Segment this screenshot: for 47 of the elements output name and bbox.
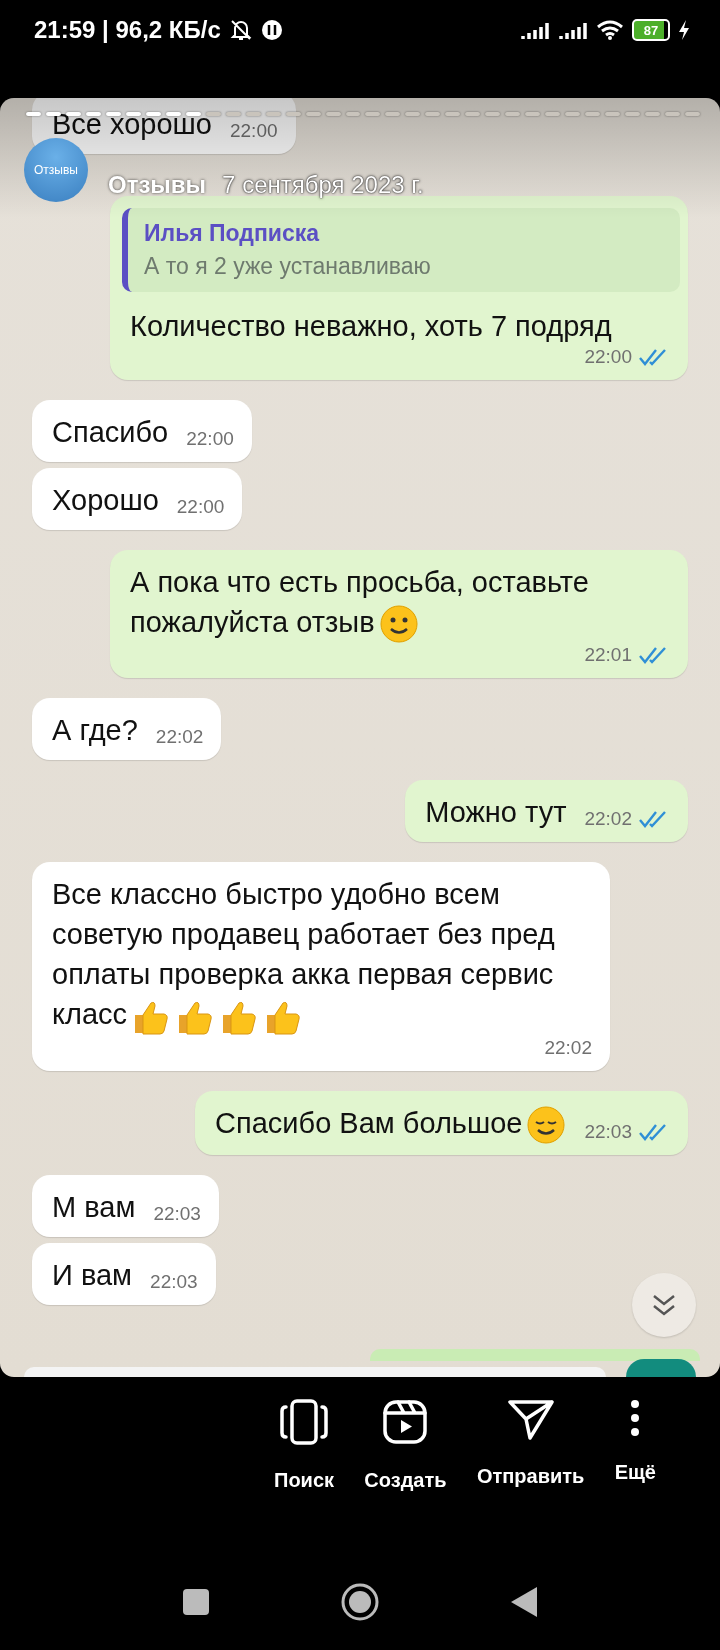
quoted-text: А то я 2 уже устанавливаю [144,253,432,280]
status-time: 21:59 | 96,2 КБ/с [34,16,221,44]
recents-icon[interactable] [182,1588,210,1616]
phone-frames-icon [279,1399,329,1445]
channel-avatar: Отзывы [24,138,88,202]
reels-icon [382,1399,429,1445]
message-text: Спасибо Вам большое [215,1102,567,1146]
message-text: Все классно быстро удобно всем советую продавец работает без пред оплаты проверка акка первая сервис класс [52,874,592,1037]
message-text: Спасибо [52,415,169,450]
message-text: А где? [52,713,138,749]
battery-level: 87 [632,19,670,41]
action-button[interactable]: Ещё [610,1399,660,1492]
message-time: 22:00 [186,428,234,450]
message-text: Количество неважно, хоть 7 подряд [130,309,613,344]
more-icon [630,1399,641,1437]
message-time: 22:00 [584,346,632,368]
message-text: Хорошо [52,483,159,518]
smiling-face-icon [378,604,419,645]
send-button[interactable] [626,1359,696,1377]
send-icon [507,1399,554,1441]
message-text: И вам [52,1258,133,1294]
message-time: 22:01 [584,644,632,667]
wifi-icon [596,19,624,41]
message-text: М вам [52,1190,136,1226]
message-time: 22:03 [153,1203,201,1226]
message-time: 22:00 [176,496,225,518]
scroll-down-button[interactable] [632,1273,696,1337]
smiling-face-icon [526,1105,567,1146]
message-time: 22:03 [150,1271,198,1294]
story-date: 7 сентября 2023 г. [222,171,424,199]
message-time: 22:00 [230,120,278,142]
quoted-author: Илья Подписка [144,220,321,247]
muted-bell-icon [228,18,253,42]
message-time: 22:03 [584,1121,632,1144]
message-time: 22:02 [155,726,204,749]
story-author: Отзывы [108,171,207,199]
back-icon[interactable] [510,1586,538,1618]
home-icon[interactable] [340,1582,380,1622]
chevrons-down-icon [651,1293,677,1317]
message-text: А пока что есть просьба, оставьте пожалуйста отзыв [130,562,670,645]
message-text: Можно тут [425,795,567,831]
charging-icon [678,19,690,41]
message-time: 22:02 [584,808,632,831]
action-button[interactable]: Создать [360,1399,451,1492]
message-time: 22:02 [544,1036,592,1059]
action-button[interactable]: Поиск [270,1399,339,1492]
action-button[interactable]: Отправить [472,1399,589,1492]
